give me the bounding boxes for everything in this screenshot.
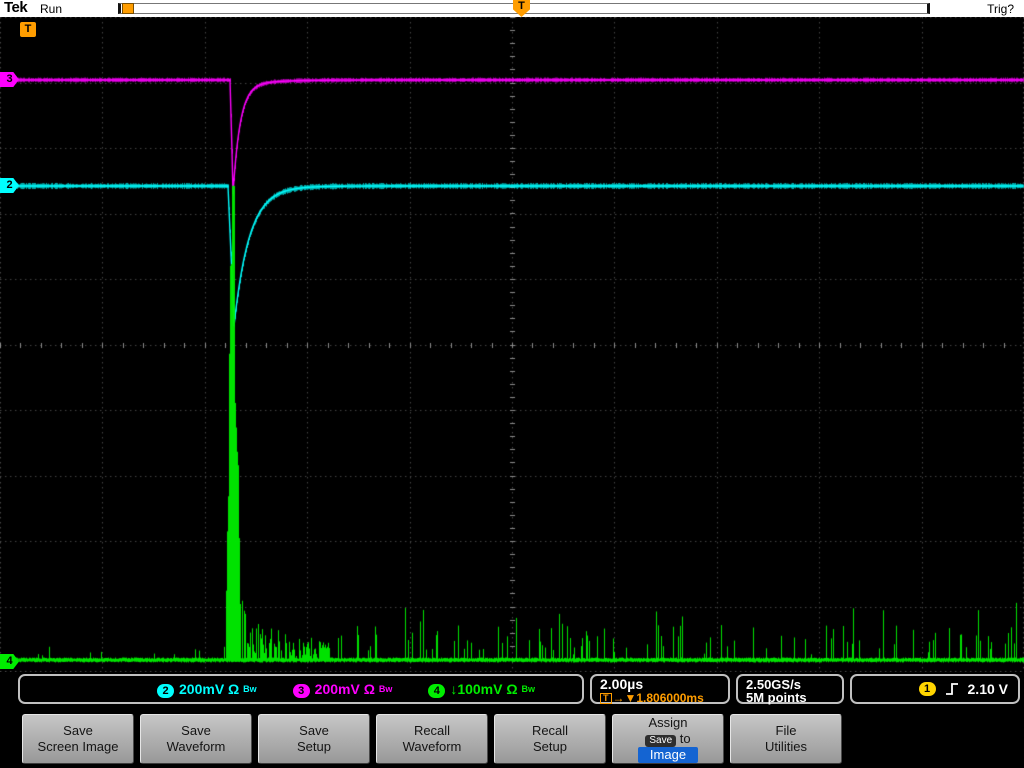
file-utilities-button[interactable]: File Utilities [730, 714, 842, 764]
delay-value: →▼1.806000ms [612, 691, 704, 705]
bandwidth-limit-icon: Bw [521, 683, 535, 694]
save-waveform-button[interactable]: Save Waveform [140, 714, 252, 764]
channel-scale-value: 200mV Ω [179, 680, 244, 697]
recall-setup-button[interactable]: Recall Setup [494, 714, 606, 764]
assign-middle: Save to [645, 731, 691, 747]
top-status-bar: Tek Run T Trig? [0, 0, 1024, 17]
channel-3-readout[interactable]: 3 200mV Ω Bw [292, 680, 393, 698]
record-length: 5M points [746, 690, 807, 705]
trigger-box-icon: T [600, 693, 612, 704]
rising-edge-icon [945, 683, 958, 695]
assign-label: Assign [648, 715, 688, 730]
horizontal-readout[interactable]: 2.00µs T →▼1.806000ms [590, 674, 730, 704]
button-label: Screen Image [37, 739, 119, 754]
button-label: Save [299, 723, 329, 738]
horizontal-delay-readout: T →▼1.806000ms [600, 692, 728, 704]
channel-scale-value: 200mV Ω [314, 680, 379, 697]
waveform-display [0, 17, 1024, 672]
trigger-readout[interactable]: 1 2.10 V [850, 674, 1020, 704]
button-label: Waveform [166, 739, 226, 754]
channel-scale-readouts[interactable]: 2 200mV Ω Bw 3 200mV Ω Bw 4 ↓100mV Ω Bw [18, 674, 584, 704]
save-screen-image-button[interactable]: Save Screen Image [22, 714, 134, 764]
bandwidth-limit-icon: Bw [378, 683, 393, 694]
bandwidth-limit-icon: Bw [243, 683, 257, 694]
acquisition-readout: 2.50GS/s 5M points [736, 674, 844, 704]
button-label: Waveform [402, 739, 462, 754]
save-pill: Save [645, 735, 677, 747]
channel-scale-value: ↓100mV Ω [450, 680, 522, 697]
trigger-source-badge: 1 [918, 682, 936, 696]
channel-4-readout[interactable]: 4 ↓100mV Ω Bw [428, 681, 535, 698]
button-label: File [775, 723, 797, 738]
soft-key-menu: Save Screen Image Save Waveform Save Set… [0, 712, 1024, 768]
trigger-level: 2.10 V [967, 681, 1008, 697]
oscilloscope-screen: Tek Run T Trig? T 3 2 4 2 200mV Ω Bw 3 200mV … [0, 0, 1024, 768]
trigger-t-marker[interactable]: T [20, 22, 36, 37]
acquisition-status: Run [40, 2, 63, 16]
button-label: Save [63, 723, 93, 738]
horizontal-scale: 2.00µs [600, 676, 644, 692]
button-label: Recall [531, 723, 569, 738]
trigger-position-marker[interactable]: T [513, 0, 530, 17]
channel-badge: 4 [428, 683, 446, 698]
button-label: Recall [413, 723, 451, 738]
trigger-status-label: Trig? [987, 2, 1014, 16]
button-label: Setup [297, 739, 331, 754]
record-expansion-marker [122, 3, 134, 14]
assign-target-highlight: Image [637, 747, 699, 763]
button-label: Save [181, 723, 211, 738]
button-label: Utilities [765, 739, 807, 754]
recall-waveform-button[interactable]: Recall Waveform [376, 714, 488, 764]
assign-save-to-image-button[interactable]: Assign Save to Image [612, 714, 724, 764]
channel-2-readout[interactable]: 2 200mV Ω Bw [157, 681, 257, 698]
save-setup-button[interactable]: Save Setup [258, 714, 370, 764]
button-label: Setup [533, 739, 567, 754]
channel-badge: 2 [157, 683, 175, 698]
tek-logo: Tek [4, 0, 28, 16]
to-label: to [679, 731, 691, 746]
channel-badge: 3 [292, 683, 310, 698]
readout-bar: 2 200mV Ω Bw 3 200mV Ω Bw 4 ↓100mV Ω Bw 2.00µ… [0, 672, 1024, 712]
